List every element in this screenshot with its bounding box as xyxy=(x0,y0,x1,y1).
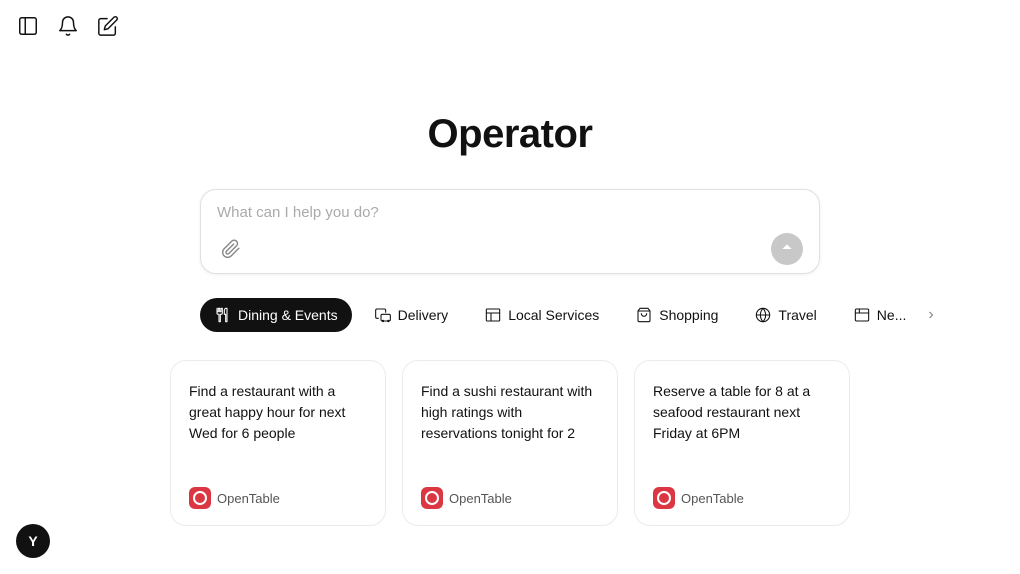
card-footer-2: OpenTable xyxy=(653,487,831,509)
tab-travel-label: Travel xyxy=(778,307,816,323)
tab-delivery[interactable]: Delivery xyxy=(360,298,463,332)
tab-local[interactable]: Local Services xyxy=(470,298,613,332)
card-footer-0: OpenTable xyxy=(189,487,367,509)
card-source-0: OpenTable xyxy=(217,491,280,506)
attach-icon[interactable] xyxy=(217,235,245,263)
opentable-logo-2 xyxy=(653,487,675,509)
page-title: Operator xyxy=(428,112,593,157)
suggestion-card-2[interactable]: Reserve a table for 8 at a seafood resta… xyxy=(634,360,850,526)
card-text-1: Find a sushi restaurant with high rating… xyxy=(421,381,599,447)
card-source-1: OpenTable xyxy=(449,491,512,506)
bell-icon[interactable] xyxy=(56,14,80,38)
more-tabs-button[interactable]: › xyxy=(928,301,933,329)
tab-news[interactable]: Ne... xyxy=(839,298,921,332)
delivery-icon xyxy=(374,306,392,324)
cards-row: Find a restaurant with a great happy hou… xyxy=(170,360,850,526)
suggestion-card-0[interactable]: Find a restaurant with a great happy hou… xyxy=(170,360,386,526)
building-icon xyxy=(484,306,502,324)
tab-dining[interactable]: Dining & Events xyxy=(200,298,352,332)
tab-delivery-label: Delivery xyxy=(398,307,449,323)
sidebar-icon[interactable] xyxy=(16,14,40,38)
card-text-2: Reserve a table for 8 at a seafood resta… xyxy=(653,381,831,447)
avatar[interactable]: Y xyxy=(16,524,50,558)
fork-knife-icon xyxy=(214,306,232,324)
top-nav xyxy=(0,0,1020,52)
suggestion-card-1[interactable]: Find a sushi restaurant with high rating… xyxy=(402,360,618,526)
globe-icon xyxy=(754,306,772,324)
category-tabs: Dining & Events Delivery Local Services … xyxy=(200,298,820,332)
opentable-logo-0 xyxy=(189,487,211,509)
tab-shopping[interactable]: Shopping xyxy=(621,298,732,332)
search-bottom-row xyxy=(217,233,803,265)
tab-travel[interactable]: Travel xyxy=(740,298,830,332)
card-source-2: OpenTable xyxy=(681,491,744,506)
search-container xyxy=(200,189,820,274)
bag-icon xyxy=(635,306,653,324)
opentable-logo-1 xyxy=(421,487,443,509)
main-content: Operator Dining & Events Delivery xyxy=(0,52,1020,574)
tab-news-label: Ne... xyxy=(877,307,907,323)
card-text-0: Find a restaurant with a great happy hou… xyxy=(189,381,367,447)
send-button[interactable] xyxy=(771,233,803,265)
compose-icon[interactable] xyxy=(96,14,120,38)
card-footer-1: OpenTable xyxy=(421,487,599,509)
tab-shopping-label: Shopping xyxy=(659,307,718,323)
tab-dining-label: Dining & Events xyxy=(238,307,338,323)
news-icon xyxy=(853,306,871,324)
tab-local-label: Local Services xyxy=(508,307,599,323)
search-input[interactable] xyxy=(217,202,803,229)
